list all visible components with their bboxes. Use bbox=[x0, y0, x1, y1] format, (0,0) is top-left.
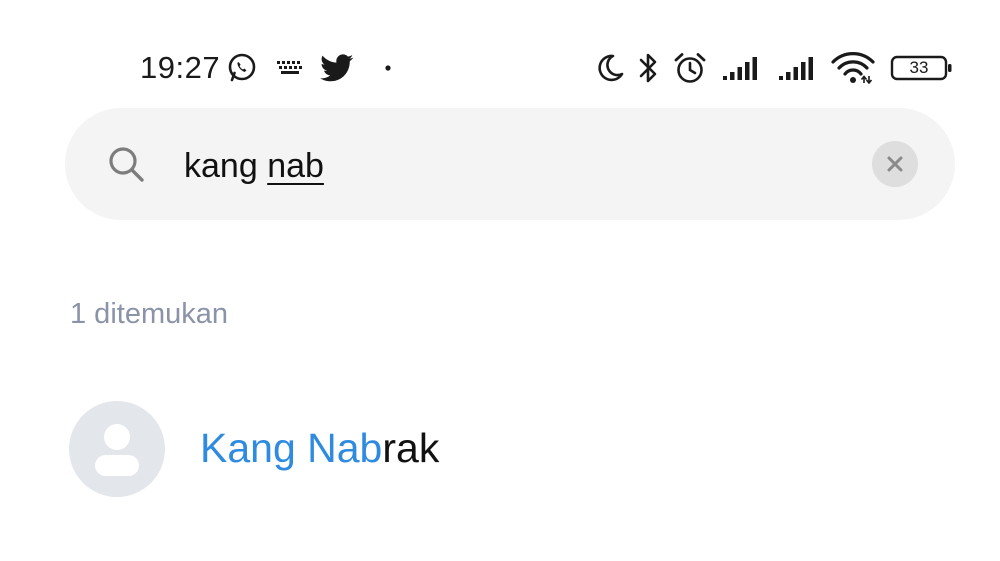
search-input[interactable]: kang nab bbox=[184, 138, 324, 194]
person-icon bbox=[69, 401, 165, 497]
status-left: 19:27 bbox=[140, 48, 392, 88]
status-time: 19:27 bbox=[140, 50, 221, 85]
notification-dot-icon bbox=[384, 64, 392, 72]
search-screen: 19:27 33 kang nab 1 ditemukan Kang Nabra… bbox=[0, 0, 1000, 561]
contact-name-rest: rak bbox=[382, 425, 440, 471]
battery-icon: 33 bbox=[890, 54, 954, 82]
result-count: 1 ditemukan bbox=[70, 298, 228, 330]
contact-list-item[interactable]: Kang Nabrak bbox=[0, 395, 1000, 505]
signal-icon bbox=[778, 54, 822, 82]
avatar bbox=[69, 401, 165, 497]
keyboard-icon bbox=[276, 59, 304, 77]
search-icon bbox=[105, 143, 149, 187]
contact-name: Kang Nabrak bbox=[200, 425, 439, 472]
signal-icon bbox=[722, 54, 766, 82]
clear-search-button[interactable] bbox=[872, 141, 918, 187]
moon-icon bbox=[594, 52, 626, 84]
search-query-composing: nab bbox=[267, 147, 324, 185]
bluetooth-icon bbox=[636, 51, 660, 85]
whatsapp-icon bbox=[226, 52, 258, 84]
search-query-text: kang bbox=[184, 147, 268, 185]
wifi-icon bbox=[830, 51, 876, 85]
close-icon bbox=[886, 155, 904, 173]
status-right: 33 bbox=[594, 48, 954, 88]
alarm-icon bbox=[672, 51, 708, 85]
twitter-icon bbox=[320, 54, 354, 82]
status-bar: 19:27 33 bbox=[0, 40, 1000, 96]
contact-name-match: Kang Nab bbox=[200, 425, 383, 471]
battery-level: 33 bbox=[909, 58, 929, 77]
